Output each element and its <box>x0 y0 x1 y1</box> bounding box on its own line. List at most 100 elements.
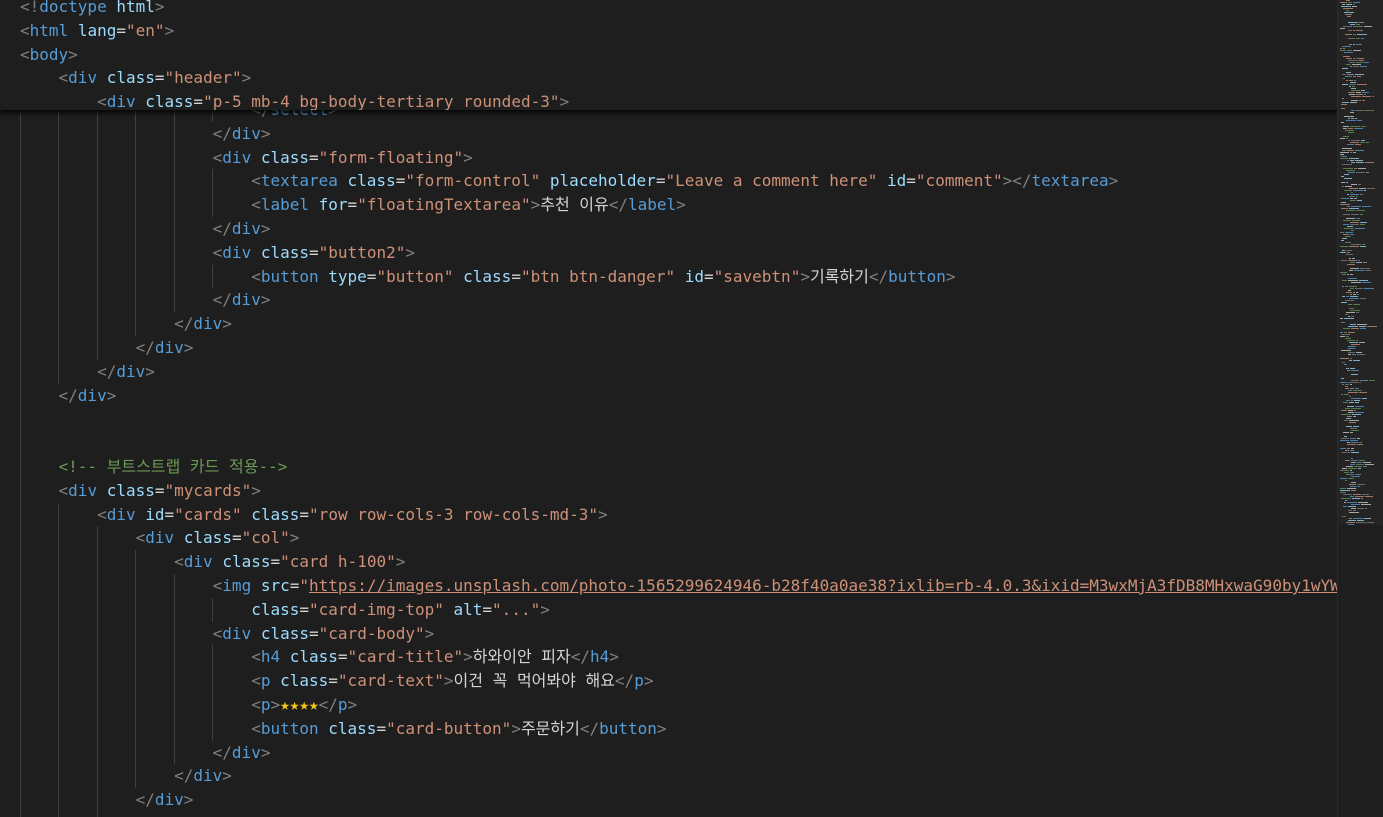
sticky-line[interactable]: <div class="p-5 mb-4 bg-body-tertiary ro… <box>20 90 569 110</box>
minimap-code-line <box>1341 394 1343 395</box>
minimap-code-line <box>1369 380 1375 381</box>
sticky-line[interactable]: <!doctype html> <box>20 0 165 19</box>
code-line[interactable]: </div> <box>20 741 271 765</box>
bracket: > <box>609 647 619 667</box>
minimap-code-line <box>1343 432 1349 433</box>
minimap-code-line <box>1342 362 1345 363</box>
minimap-code-line <box>1340 440 1349 441</box>
minimap-code-line <box>1350 470 1352 471</box>
minimap-code-line <box>1365 110 1374 111</box>
code-line[interactable]: </div> <box>20 217 271 241</box>
code-line[interactable]: <!-- 부트스트랩 카드 적용--> <box>20 455 288 479</box>
attribute-name: class <box>463 266 512 286</box>
minimap-code-line <box>1352 6 1357 7</box>
code-line[interactable]: <textarea class="form-control" placehold… <box>20 169 1118 193</box>
code-line[interactable]: </div> <box>20 788 194 812</box>
code-line[interactable]: </div> <box>20 360 155 384</box>
minimap-code-line <box>1350 294 1352 295</box>
bracket: > <box>800 266 810 286</box>
code-line[interactable]: <img src="https://images.unsplash.com/ph… <box>20 574 1337 598</box>
minimap-code-line <box>1343 26 1352 27</box>
minimap-code-line <box>1340 50 1346 51</box>
code-editor[interactable]: </select> </div> <div class="form-floati… <box>0 0 1337 817</box>
code-line[interactable]: </div> <box>20 384 117 408</box>
bracket: < <box>212 242 223 262</box>
text: 주문하기 <box>520 718 580 738</box>
code-line[interactable]: <div id="cards" class="row row-cols-3 ro… <box>20 503 608 527</box>
code-line[interactable]: </div> <box>20 122 271 146</box>
minimap-code-line <box>1364 288 1374 289</box>
attribute-name: for <box>318 195 348 215</box>
minimap-code-line <box>1346 296 1349 297</box>
code-line[interactable]: <label for="floatingTextarea">추천 이유</lab… <box>20 193 686 217</box>
code-line[interactable]: <button class="card-button">주문하기</button… <box>20 717 666 741</box>
minimap-code-line <box>1357 120 1362 121</box>
minimap-code-line <box>1360 214 1363 215</box>
minimap-code-line <box>1360 246 1366 247</box>
minimap[interactable] <box>1337 0 1383 817</box>
code-line[interactable]: <button type="button" class="btn btn-dan… <box>20 265 955 289</box>
minimap-code-line <box>1342 164 1352 165</box>
text <box>20 481 59 500</box>
text <box>136 92 146 110</box>
code-line[interactable]: <div class="card-body"> <box>20 622 435 646</box>
minimap-code-line <box>1348 92 1355 93</box>
minimap-code-line <box>1351 282 1361 283</box>
code-line[interactable]: </div> <box>20 312 232 336</box>
bracket: > <box>106 385 117 405</box>
code-line[interactable]: <div class="card h-100"> <box>20 550 405 574</box>
code-line[interactable]: </div> <box>20 336 194 360</box>
code-line[interactable]: <p>★★★★</p> <box>20 693 357 717</box>
code-line[interactable]: <div class="mycards"> <box>20 479 261 503</box>
minimap-code-line <box>1356 210 1365 211</box>
minimap-code-line <box>1350 160 1354 161</box>
minimap-code-line <box>1348 326 1358 327</box>
tag-name: div <box>231 123 261 143</box>
attribute-value: "mycards" <box>164 480 252 500</box>
attribute-value: "p-5 mb-4 bg-body-tertiary rounded-3" <box>203 92 560 110</box>
code-line[interactable]: class="card-img-top" alt="..."> <box>20 598 550 622</box>
minimap-code-line <box>1344 332 1347 333</box>
code-line[interactable]: <div class="col"> <box>20 526 300 550</box>
attribute-name: class <box>260 242 310 262</box>
minimap-code-line <box>1355 110 1364 111</box>
code-line[interactable]: <div class="button2"> <box>20 241 415 265</box>
text <box>454 267 464 286</box>
bracket: > <box>511 718 521 738</box>
code-line[interactable]: </div> <box>20 288 271 312</box>
minimap-code-line <box>1341 208 1348 209</box>
text <box>20 552 174 571</box>
bracket: > <box>443 671 454 691</box>
sticky-line[interactable]: <html lang="en"> <box>20 19 174 43</box>
minimap-code-line <box>1347 442 1350 443</box>
minimap-code-line <box>1343 506 1347 507</box>
minimap-code-line <box>1348 60 1358 61</box>
attribute-name: class <box>289 647 338 667</box>
minimap-code-line <box>1341 104 1347 105</box>
bracket: </ <box>212 219 232 238</box>
url-link[interactable]: https://images.unsplash.com/photo-156529… <box>309 576 1337 595</box>
code-line[interactable]: <h4 class="card-title">하와이안 피자</h4> <box>20 645 619 669</box>
sticky-scroll-header[interactable]: <!doctype html> <html lang="en"> <body> <d… <box>0 0 1337 110</box>
code-line[interactable]: <div class="col"> <box>20 812 300 817</box>
minimap-code-line <box>1346 182 1348 183</box>
text <box>540 171 550 190</box>
minimap-code-line <box>1354 270 1364 271</box>
sticky-line[interactable]: <div class="header"> <box>20 66 252 90</box>
minimap-code-line <box>1344 394 1349 395</box>
minimap-code-line <box>1345 460 1350 461</box>
bracket: > <box>395 552 406 572</box>
minimap-code-line <box>1340 252 1346 253</box>
sticky-line[interactable]: <body> <box>20 43 78 67</box>
minimap-code-line <box>1353 44 1355 45</box>
text <box>20 68 59 87</box>
attribute-name: type <box>328 266 367 286</box>
code-line[interactable]: <p class="card-text">이건 꼭 먹어봐야 해요</p> <box>20 669 653 693</box>
minimap-code-line <box>1365 270 1371 271</box>
code-line[interactable]: </div> <box>20 764 232 788</box>
attribute-value: "button" <box>376 266 454 286</box>
minimap-code-line <box>1346 58 1352 59</box>
minimap-code-line <box>1360 66 1367 67</box>
minimap-code-line <box>1343 8 1353 9</box>
code-line[interactable]: <div class="form-floating"> <box>20 146 473 170</box>
